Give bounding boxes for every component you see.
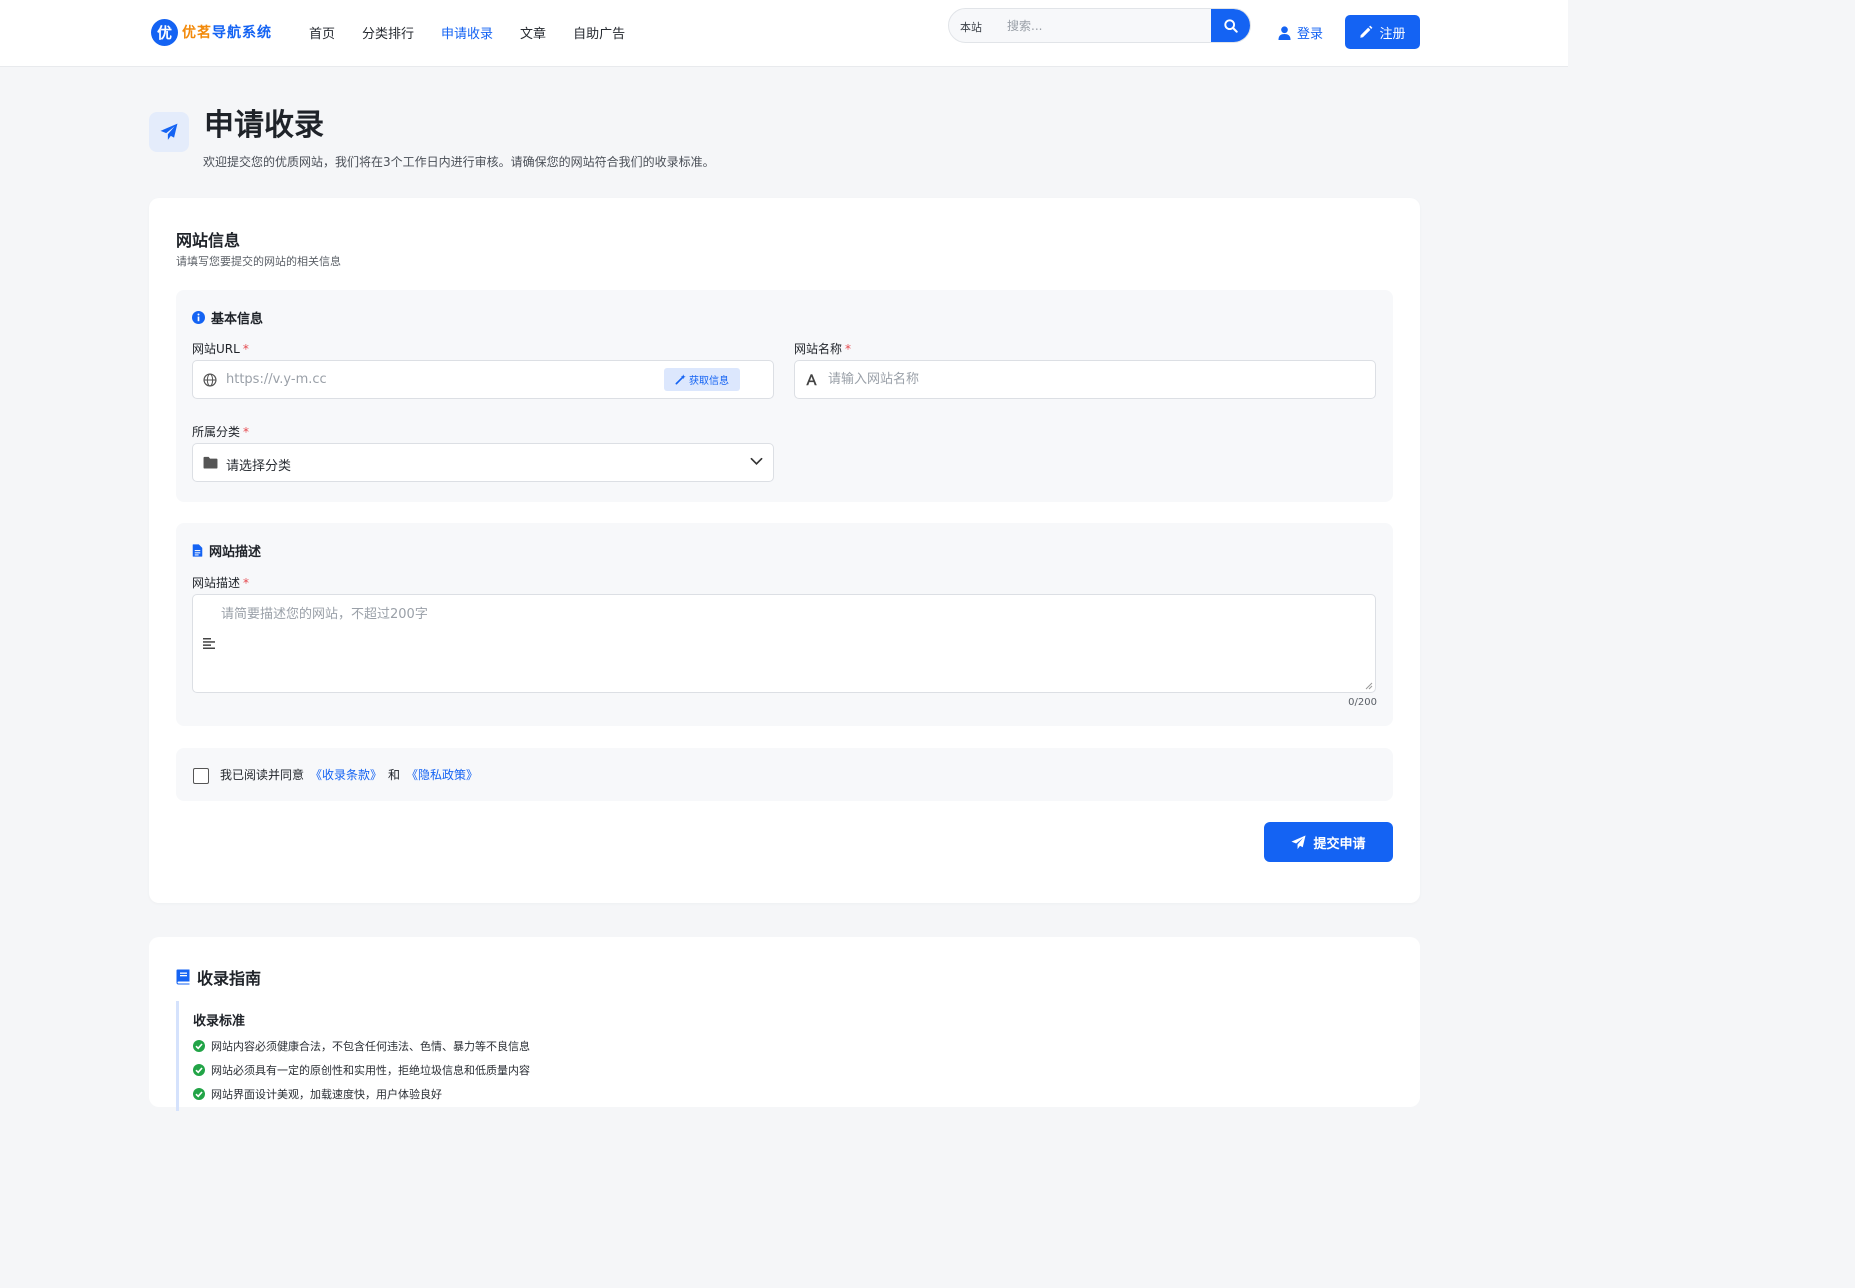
submission-guide-card: 收录指南 收录标准 网站内容必须健康合法，不包含任何违法、色情、暴力等不良信息 …	[149, 937, 1420, 1111]
basic-info-section: 基本信息 网站URL* 获取信息 网站名称* 所属分类* 请选择分类	[176, 290, 1393, 502]
check-circle-icon	[193, 1087, 205, 1100]
agreement-section: 我已阅读并同意 《收录条款》 和 《隐私政策》	[176, 748, 1393, 801]
magic-wand-icon	[675, 374, 686, 385]
card-title: 网站信息	[176, 231, 241, 250]
agree-text: 我已阅读并同意 《收录条款》 和 《隐私政策》	[220, 766, 484, 783]
agree-checkbox[interactable]	[193, 768, 209, 784]
nav-self-ads[interactable]: 自助广告	[573, 23, 625, 42]
paper-plane-icon	[160, 123, 178, 140]
url-label: 网站URL *	[192, 340, 249, 357]
pencil-icon	[1360, 25, 1373, 38]
font-icon	[806, 374, 817, 386]
terms-link[interactable]: 《收录条款》	[310, 766, 382, 783]
agree-and: 和	[388, 768, 401, 782]
login-label: 登录	[1297, 27, 1324, 42]
site-name-field	[794, 360, 1376, 399]
card-subtitle: 请填写您要提交的网站的相关信息	[176, 255, 341, 268]
align-left-icon	[203, 638, 215, 649]
basic-info-heading-text: 基本信息	[211, 312, 264, 327]
logo-text: 优茗导航系统	[182, 22, 272, 42]
register-button[interactable]: 注册	[1345, 15, 1420, 49]
fetch-info-label: 获取信息	[689, 376, 729, 387]
url-input[interactable]	[226, 361, 646, 398]
url-label-text: 网站URL	[192, 342, 240, 356]
site-name-input[interactable]	[828, 361, 1358, 398]
search-bar: 本站	[948, 8, 1251, 43]
login-link[interactable]: 登录	[1278, 23, 1323, 42]
category-selected-value: 请选择分类	[226, 459, 292, 474]
site-logo[interactable]: 优 优茗导航系统	[151, 17, 272, 47]
search-button[interactable]	[1211, 9, 1250, 42]
register-label: 注册	[1379, 26, 1406, 42]
logo-text-part-b: 导航	[212, 25, 242, 41]
url-field: 获取信息	[192, 360, 774, 399]
guide-title-text: 收录指南	[197, 969, 262, 988]
description-textarea[interactable]	[221, 603, 1361, 685]
required-mark: *	[242, 342, 249, 356]
book-icon	[176, 969, 190, 985]
check-circle-icon	[193, 1063, 205, 1076]
agree-prefix: 我已阅读并同意	[220, 768, 305, 782]
logo-badge: 优	[151, 18, 178, 46]
guide-standards-block: 收录标准 网站内容必须健康合法，不包含任何违法、色情、暴力等不良信息 网站必须具…	[176, 1001, 530, 1111]
nav-articles[interactable]: 文章	[520, 23, 546, 42]
chevron-down-icon	[750, 457, 763, 466]
guide-list-item: 网站必须具有一定的原创性和实用性，拒绝垃圾信息和低质量内容	[193, 1062, 530, 1077]
site-name-label-text: 网站名称	[794, 342, 843, 356]
search-scope-select[interactable]: 本站	[960, 19, 982, 35]
description-label: 网站描述 *	[192, 574, 249, 591]
page-subtitle: 欢迎提交您的优质网站，我们将在3个工作日内进行审核。请确保您的网站符合我们的收录…	[203, 155, 715, 169]
folder-icon	[203, 456, 218, 469]
basic-info-heading: 基本信息	[192, 308, 263, 327]
search-input[interactable]	[1001, 9, 1211, 42]
nav-home[interactable]: 首页	[309, 23, 335, 42]
category-select[interactable]: 请选择分类	[192, 443, 774, 482]
privacy-link[interactable]: 《隐私政策》	[406, 766, 478, 783]
guide-title: 收录指南	[176, 965, 261, 989]
guide-list-item: 网站内容必须健康合法，不包含任何违法、色情、暴力等不良信息	[193, 1038, 530, 1053]
search-icon	[1224, 18, 1238, 33]
category-label: 所属分类 *	[192, 423, 249, 440]
guide-item-text: 网站内容必须健康合法，不包含任何违法、色情、暴力等不良信息	[211, 1039, 530, 1053]
required-mark: *	[845, 342, 852, 356]
description-heading: 网站描述	[192, 541, 261, 560]
guide-item-text: 网站必须具有一定的原创性和实用性，拒绝垃圾信息和低质量内容	[211, 1063, 530, 1077]
main-nav: 首页 分类排行 申请收录 文章 自助广告	[309, 23, 652, 42]
page-title-icon	[149, 112, 189, 152]
description-heading-text: 网站描述	[209, 545, 262, 560]
resize-handle-icon[interactable]	[1365, 682, 1373, 690]
required-mark: *	[243, 576, 250, 590]
guide-item-text: 网站界面设计美观，加载速度快，用户体验良好	[211, 1087, 442, 1101]
nav-submit-site[interactable]: 申请收录	[441, 23, 493, 42]
guide-subtitle: 收录标准	[193, 1014, 246, 1029]
globe-icon	[203, 373, 217, 387]
logo-text-part-c: 系统	[242, 25, 272, 41]
page-title: 申请收录	[204, 108, 324, 143]
site-info-card: 网站信息 请填写您要提交的网站的相关信息 基本信息 网站URL* 获取信息 网站…	[149, 198, 1420, 903]
fetch-info-button[interactable]: 获取信息	[664, 368, 740, 391]
description-section: 网站描述 网站描述* 0/200	[176, 523, 1393, 726]
submit-application-button[interactable]: 提交申请	[1264, 822, 1393, 862]
guide-list-item: 网站界面设计美观，加载速度快，用户体验良好	[193, 1086, 530, 1101]
top-header: 优 优茗导航系统 首页 分类排行 申请收录 文章 自助广告 本站 登录 注册	[0, 0, 1568, 67]
file-text-icon	[192, 544, 203, 557]
category-label-text: 所属分类	[192, 425, 241, 439]
required-mark: *	[243, 425, 250, 439]
description-label-text: 网站描述	[192, 576, 241, 590]
paper-plane-icon	[1291, 834, 1307, 849]
description-field	[192, 594, 1376, 693]
submit-label: 提交申请	[1313, 836, 1366, 852]
user-icon	[1278, 25, 1291, 40]
info-icon	[192, 311, 205, 324]
logo-text-part-a: 优茗	[182, 25, 212, 41]
site-name-label: 网站名称 *	[794, 340, 851, 357]
description-char-counter: 0/200	[1348, 697, 1377, 708]
nav-ranking[interactable]: 分类排行	[362, 23, 414, 42]
check-circle-icon	[193, 1039, 205, 1052]
